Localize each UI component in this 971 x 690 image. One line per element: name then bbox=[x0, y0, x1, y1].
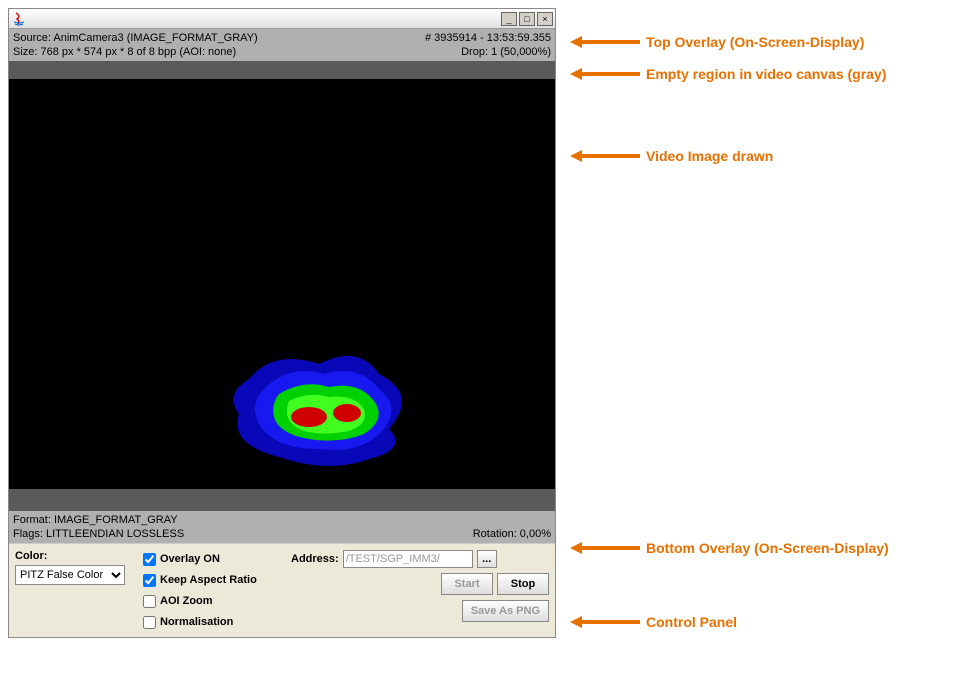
saveas-button[interactable]: Save As PNG bbox=[462, 600, 549, 622]
arrow-icon bbox=[570, 150, 640, 162]
empty-region-bottom bbox=[9, 489, 555, 511]
titlebar: _ □ × bbox=[9, 9, 555, 29]
stop-button[interactable]: Stop bbox=[497, 573, 549, 595]
arrow-icon bbox=[570, 616, 640, 628]
overlay-size: Size: 768 px * 574 px * 8 of 8 bpp (AOI:… bbox=[13, 45, 236, 59]
address-label: Address: bbox=[291, 553, 339, 565]
empty-region-top bbox=[9, 61, 555, 79]
keepaspect-checkbox-label: Keep Aspect Ratio bbox=[160, 574, 257, 586]
overlay-checkbox-label: Overlay ON bbox=[160, 553, 220, 565]
aoizoom-checkbox[interactable] bbox=[143, 595, 156, 608]
annotation-video-image: Video Image drawn bbox=[570, 148, 773, 164]
control-panel: Color: PITZ False Color Overlay ON Keep … bbox=[9, 543, 555, 637]
video-image bbox=[209, 339, 429, 479]
bottom-overlay: Format: IMAGE_FORMAT_GRAY Flags: LITTLEE… bbox=[9, 511, 555, 543]
keepaspect-checkbox[interactable] bbox=[143, 574, 156, 587]
start-button[interactable]: Start bbox=[441, 573, 493, 595]
overlay-rotation: Rotation: 0,00% bbox=[473, 527, 551, 541]
annotation-bottom-overlay: Bottom Overlay (On-Screen-Display) bbox=[570, 540, 889, 556]
annotation-top-overlay: Top Overlay (On-Screen-Display) bbox=[570, 34, 864, 50]
address-input[interactable] bbox=[343, 550, 473, 568]
arrow-icon bbox=[570, 36, 640, 48]
annotation-empty-region: Empty region in video canvas (gray) bbox=[570, 66, 886, 82]
main-window: _ □ × Source: AnimCamera3 (IMAGE_FORMAT_… bbox=[8, 8, 556, 638]
overlay-frameinfo: # 3935914 - 13:53:59.355 bbox=[425, 31, 551, 45]
color-select[interactable]: PITZ False Color bbox=[15, 565, 125, 585]
arrow-icon bbox=[570, 542, 640, 554]
overlay-drop: Drop: 1 (50,000%) bbox=[461, 45, 551, 59]
maximize-button[interactable]: □ bbox=[519, 12, 535, 26]
overlay-checkbox[interactable] bbox=[143, 553, 156, 566]
annotation-control-panel: Control Panel bbox=[570, 614, 737, 630]
browse-button[interactable]: ... bbox=[477, 550, 497, 568]
color-label: Color: bbox=[15, 550, 135, 562]
overlay-source: Source: AnimCamera3 (IMAGE_FORMAT_GRAY) bbox=[13, 31, 258, 45]
aoizoom-checkbox-label: AOI Zoom bbox=[160, 595, 213, 607]
java-icon bbox=[11, 11, 27, 27]
overlay-format: Format: IMAGE_FORMAT_GRAY bbox=[13, 513, 178, 527]
normalisation-checkbox-label: Normalisation bbox=[160, 616, 233, 628]
close-button[interactable]: × bbox=[537, 12, 553, 26]
minimize-button[interactable]: _ bbox=[501, 12, 517, 26]
normalisation-checkbox[interactable] bbox=[143, 616, 156, 629]
overlay-flags: Flags: LITTLEENDIAN LOSSLESS bbox=[13, 527, 184, 541]
arrow-icon bbox=[570, 68, 640, 80]
video-canvas bbox=[9, 79, 555, 489]
top-overlay: Source: AnimCamera3 (IMAGE_FORMAT_GRAY) … bbox=[9, 29, 555, 61]
